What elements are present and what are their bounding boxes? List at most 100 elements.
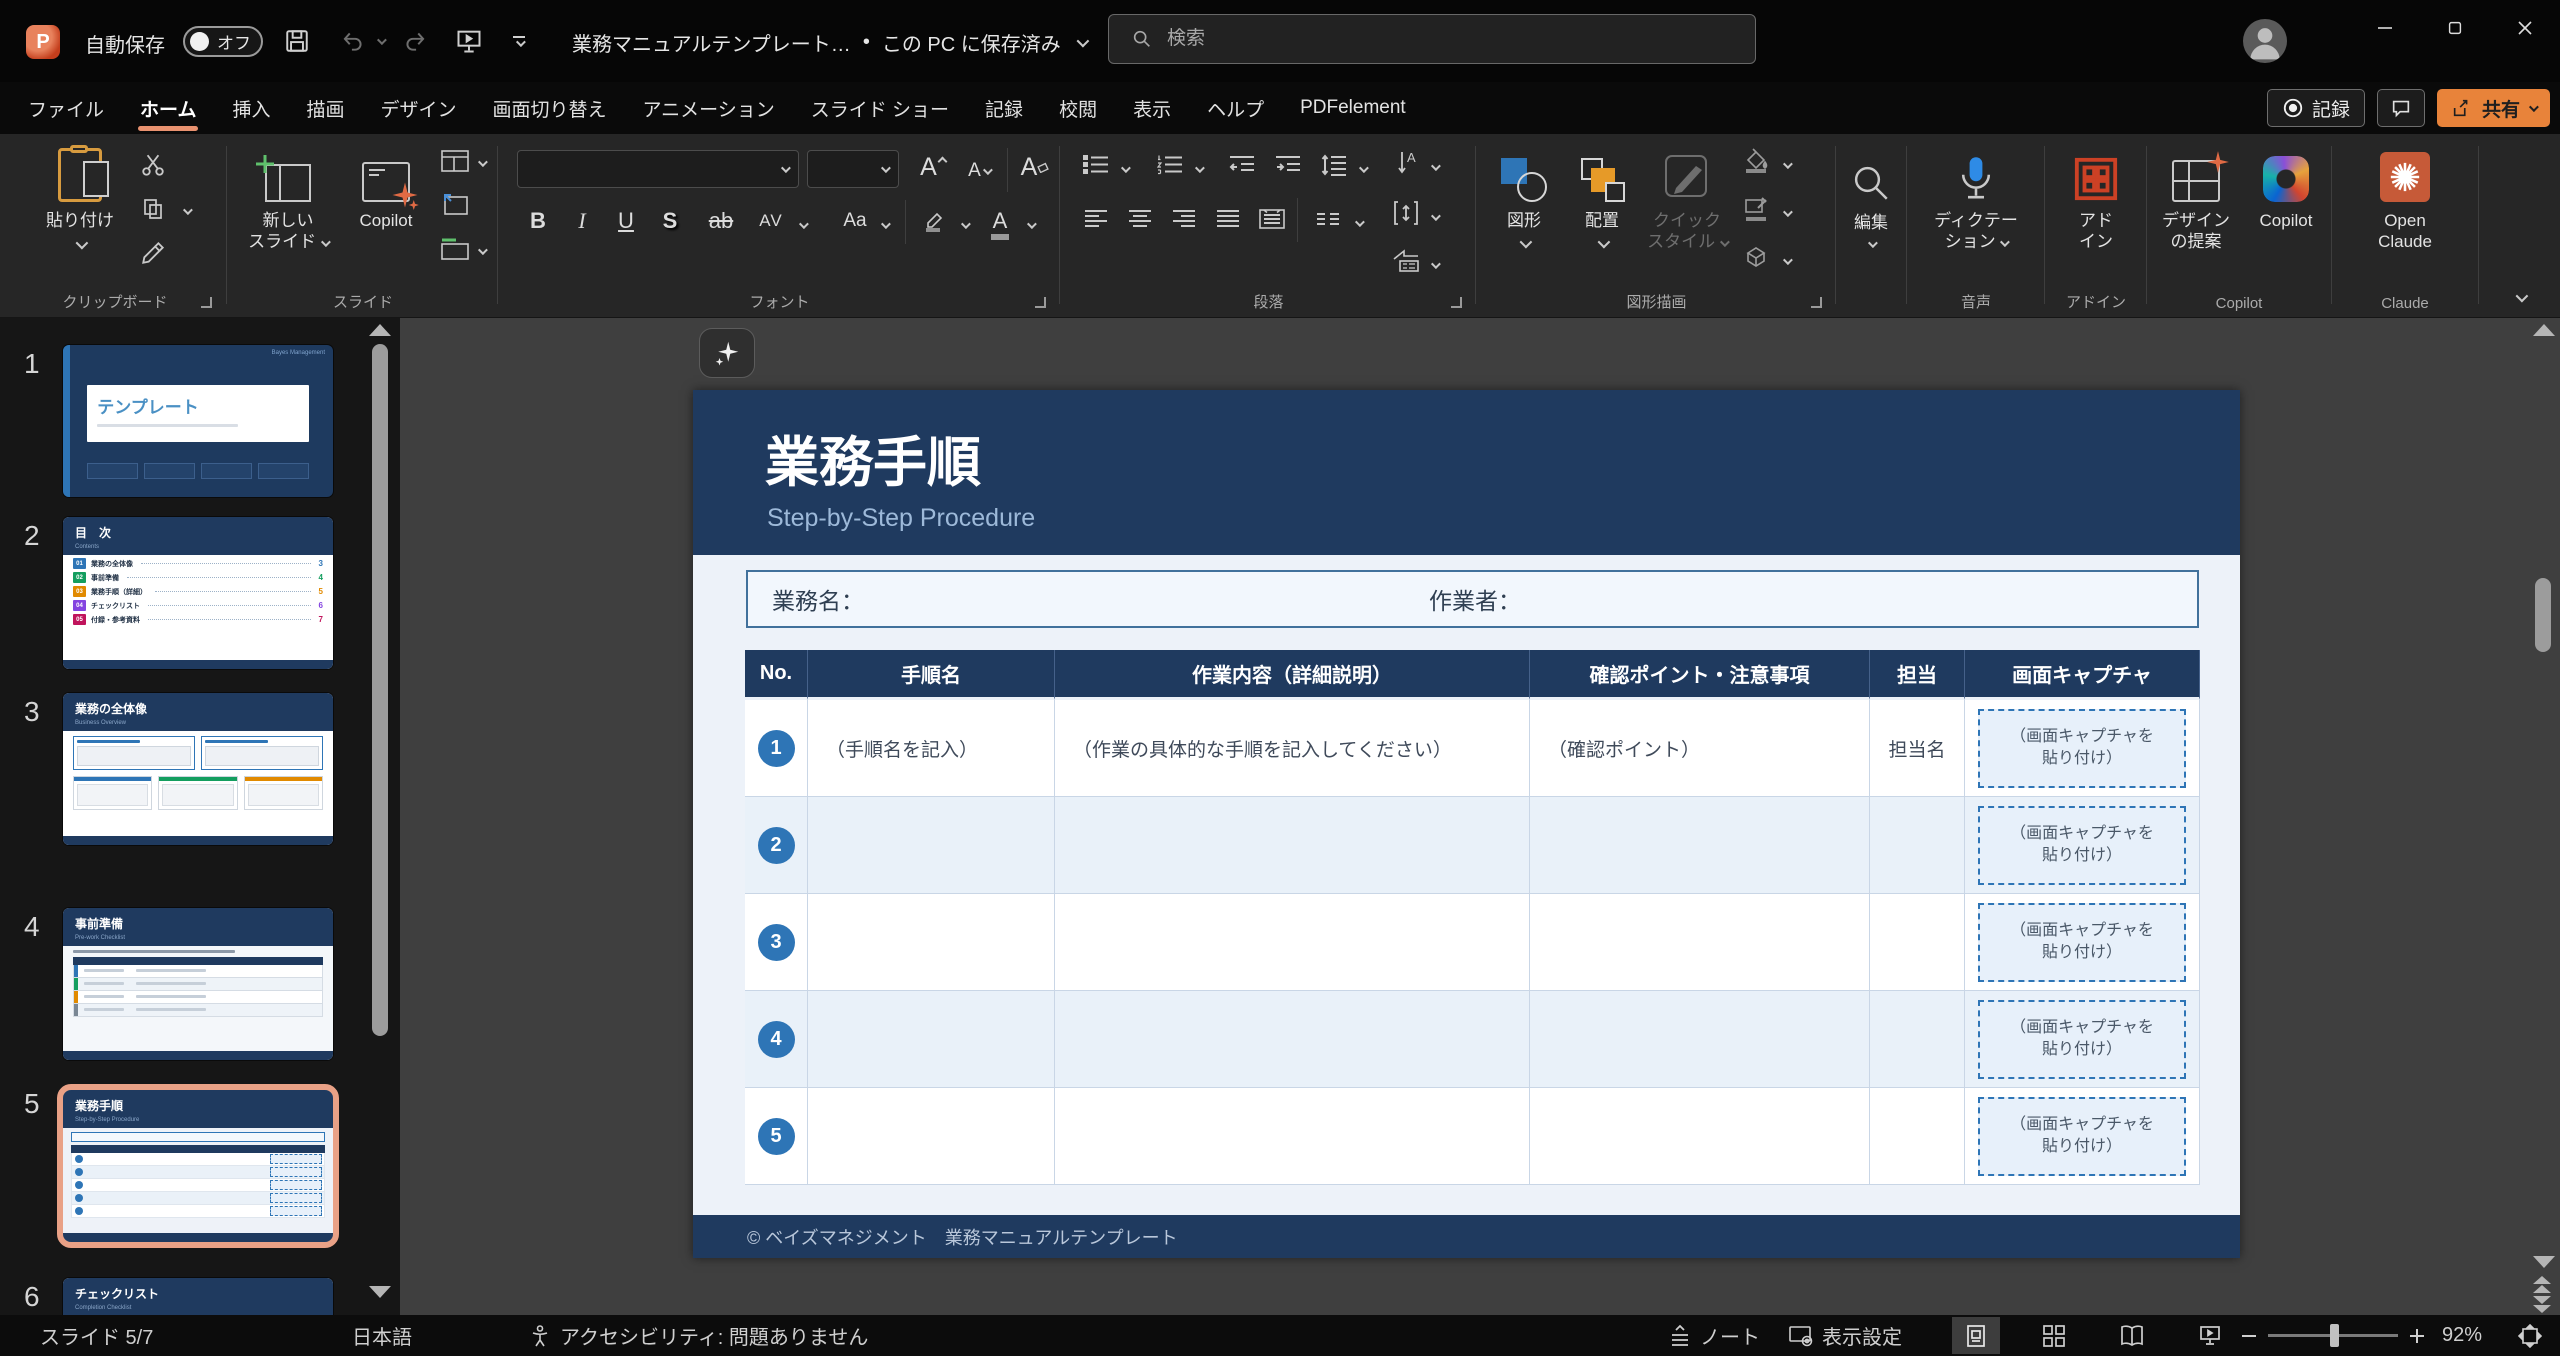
tab-review[interactable]: 校閲 (1041, 82, 1115, 134)
tab-record[interactable]: 記録 (967, 82, 1041, 134)
numbering-button[interactable] (1153, 148, 1187, 182)
shape-fill-dropdown[interactable] (1777, 148, 1795, 182)
step-name-cell[interactable] (808, 1088, 1055, 1185)
step-name-cell[interactable]: （手順名を記入） (808, 700, 1055, 797)
columns-dropdown[interactable] (1349, 206, 1367, 240)
scroll-down-icon[interactable] (2533, 1256, 2555, 1268)
slide-thumbnail-6[interactable]: チェックリスト Completion Checklist (63, 1278, 333, 1315)
addins-button[interactable]: アド イン (2054, 146, 2138, 253)
zoom-level[interactable]: 92% (2442, 1315, 2482, 1356)
highlight-color-button[interactable] (917, 204, 951, 238)
smartart-dropdown[interactable] (1425, 248, 1443, 282)
shrink-font-button[interactable]: A (959, 154, 999, 188)
check-point-cell[interactable]: （確認ポイント） (1530, 700, 1870, 797)
tab-draw[interactable]: 描画 (288, 82, 362, 134)
character-spacing-button[interactable]: AV (749, 204, 793, 238)
check-point-cell[interactable] (1530, 1088, 1870, 1185)
worker-name-field[interactable]: 作業者： (1429, 582, 1521, 616)
fit-slide-to-window-button[interactable] (2506, 1317, 2554, 1354)
spacing-dropdown[interactable] (793, 208, 811, 242)
paste-button[interactable]: 貼り付け (34, 145, 126, 250)
slide-thumbnail-3[interactable]: 業務の全体像 Business Overview (63, 693, 333, 845)
slide-thumbnail-2[interactable]: 目 次 Contents 01 業務の全体像 3 02 事前準備 4 03 業務手順（詳細… (63, 517, 333, 669)
check-point-cell[interactable] (1530, 991, 1870, 1088)
display-settings-button[interactable]: 表示設定 (1788, 1315, 1902, 1356)
font-color-button[interactable]: A (983, 204, 1017, 240)
tab-help[interactable]: ヘルプ (1189, 82, 1282, 134)
tab-insert[interactable]: 挿入 (214, 82, 288, 134)
open-claude-button[interactable]: Open Claude (2349, 146, 2461, 253)
bold-button[interactable]: B (521, 204, 555, 238)
scroll-up-icon[interactable] (369, 324, 391, 336)
scroll-down-icon[interactable] (369, 1286, 391, 1298)
bullets-button[interactable] (1079, 148, 1113, 182)
slide-sorter-view-button[interactable] (2030, 1317, 2078, 1354)
align-text-button[interactable] (1389, 196, 1423, 230)
step-name-cell[interactable] (808, 797, 1055, 894)
step-detail-cell[interactable] (1055, 797, 1530, 894)
slide-thumbnail-4[interactable]: 事前準備 Pre-work Checklist (63, 908, 333, 1060)
step-detail-cell[interactable] (1055, 991, 1530, 1088)
increase-indent-button[interactable] (1271, 148, 1305, 182)
slide-canvas[interactable]: 業務手順 Step-by-Step Procedure 業務名： 作業者： No… (693, 390, 2240, 1258)
step-detail-cell[interactable] (1055, 894, 1530, 991)
main-scrollbar[interactable] (2528, 318, 2560, 1315)
shape-effects-button[interactable] (1739, 240, 1773, 274)
slide-thumbnail-1[interactable]: Bayes Management テンプレート (63, 345, 333, 497)
business-name-field[interactable]: 業務名： (772, 582, 864, 616)
procedure-table[interactable]: No. 手順名 作業内容（詳細説明） 確認ポイント・注意事項 担当 画面キャプチ… (745, 650, 2200, 1185)
format-painter-button[interactable] (136, 236, 170, 270)
strikethrough-button[interactable]: ab (699, 204, 743, 238)
cut-button[interactable] (136, 148, 170, 182)
quick-styles-button[interactable]: クイック スタイル (1641, 146, 1733, 253)
arrange-button[interactable]: 配置 (1565, 146, 1639, 249)
font-color-dropdown[interactable] (1021, 208, 1039, 242)
tab-file[interactable]: ファイル (10, 82, 122, 134)
step-detail-cell[interactable] (1055, 1088, 1530, 1185)
share-button[interactable]: 共有 (2436, 89, 2550, 127)
dictate-button[interactable]: ディクテー ション (1920, 146, 2032, 253)
design-ideas-button[interactable]: デザイン の提案 (2150, 146, 2242, 253)
owner-cell[interactable] (1870, 1088, 1965, 1185)
shapes-button[interactable]: 図形 (1487, 146, 1561, 249)
underline-button[interactable]: U (609, 204, 643, 238)
step-name-cell[interactable] (808, 894, 1055, 991)
shape-outline-button[interactable] (1739, 192, 1773, 226)
drawing-dialog-launcher-icon[interactable] (1811, 297, 1822, 308)
font-dialog-launcher-icon[interactable] (1035, 297, 1046, 308)
check-point-cell[interactable] (1530, 894, 1870, 991)
paragraph-dialog-launcher-icon[interactable] (1451, 297, 1462, 308)
slide-thumbnail-5-selected[interactable]: 業務手順 Step-by-Step Procedure (57, 1084, 339, 1248)
shape-outline-dropdown[interactable] (1777, 196, 1795, 230)
shape-fill-button[interactable] (1739, 144, 1773, 178)
owner-cell[interactable] (1870, 991, 1965, 1088)
numbering-dropdown[interactable] (1189, 152, 1207, 186)
zoom-in-button[interactable] (2408, 1315, 2426, 1356)
step-name-cell[interactable] (808, 991, 1055, 1088)
align-center-button[interactable] (1123, 202, 1157, 236)
distribute-columns-button[interactable] (1255, 202, 1289, 236)
slide-layout-button[interactable] (438, 144, 472, 178)
tab-transitions[interactable]: 画面切り替え (475, 82, 625, 134)
shape-effects-dropdown[interactable] (1777, 244, 1795, 278)
copy-dropdown[interactable] (176, 194, 196, 228)
copilot-slides-button[interactable]: Copilot (340, 146, 432, 231)
screen-capture-placeholder[interactable]: （画面キャプチャを貼り付け） (1978, 805, 2186, 885)
section-button[interactable] (438, 232, 472, 266)
notes-button[interactable]: ノート (1668, 1315, 1760, 1356)
tab-view[interactable]: 表示 (1115, 82, 1189, 134)
owner-cell[interactable]: 担当名 (1870, 700, 1965, 797)
thumbnail-scrollbar[interactable] (366, 318, 394, 1315)
text-direction-dropdown[interactable] (1425, 150, 1443, 184)
account-avatar[interactable] (2243, 19, 2287, 63)
collapse-ribbon-button[interactable] (2515, 289, 2529, 307)
justify-button[interactable] (1211, 202, 1245, 236)
align-left-button[interactable] (1079, 202, 1113, 236)
section-dropdown[interactable] (472, 234, 490, 268)
slide-indicator[interactable]: スライド 5/7 (40, 1315, 153, 1356)
tab-home[interactable]: ホーム (122, 82, 214, 134)
clear-formatting-button[interactable]: A (1015, 150, 1055, 184)
screen-capture-placeholder[interactable]: （画面キャプチャを貼り付け） (1978, 999, 2186, 1079)
undo-button[interactable] (334, 22, 372, 60)
comments-button[interactable] (2376, 89, 2425, 127)
